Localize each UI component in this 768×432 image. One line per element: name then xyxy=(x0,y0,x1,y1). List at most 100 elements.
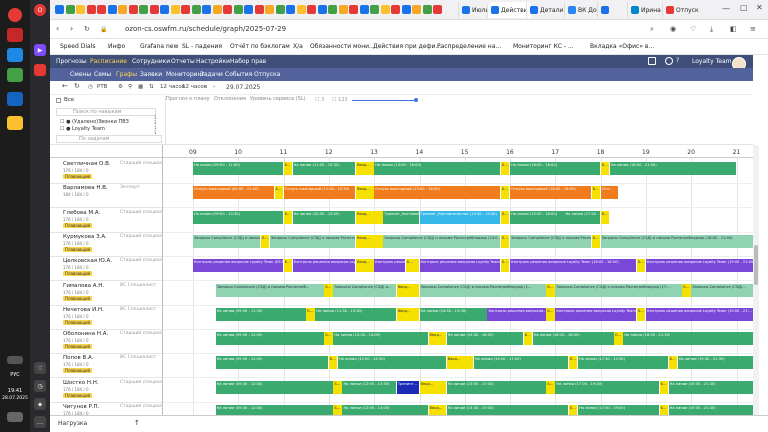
shift-segment[interactable]: На линии (15:00 - 16:00) xyxy=(510,210,564,224)
shift-segment[interactable]: На линии (14:30 - 17:00) xyxy=(446,405,569,415)
shift-segment[interactable]: Б... xyxy=(568,405,578,415)
browser-tab[interactable]: Действи xyxy=(487,2,531,18)
top-menu-item[interactable]: Отчеты xyxy=(171,58,195,65)
tab-favicon[interactable] xyxy=(97,5,106,14)
shift-segment[interactable]: Ввод... xyxy=(396,307,419,321)
language-indicator[interactable]: РУС xyxy=(0,372,30,378)
scrollbar-thumb[interactable] xyxy=(754,245,758,285)
app-icon[interactable] xyxy=(7,48,23,62)
sub-menu-item[interactable]: Заявки xyxy=(140,71,162,78)
shift-segment[interactable]: Б... xyxy=(546,283,555,297)
url-field[interactable]: ozon-cs.oswfm.ru/schedule/graph/2025-07-… xyxy=(125,25,286,33)
filter-icon[interactable]: ⚲ xyxy=(128,84,132,90)
more-icon[interactable]: … xyxy=(34,416,46,428)
top-menu-item[interactable]: Сотрудники xyxy=(132,58,170,65)
forecast-toggle[interactable]: Прогноз к плану xyxy=(166,96,210,102)
bookmark-item[interactable]: Вкладка «Офис» в... xyxy=(590,43,654,50)
shift-segment[interactable]: На линии (19:30 - 21:30) xyxy=(668,405,753,415)
shift-segment[interactable]: Ввод... xyxy=(356,259,374,273)
shift-segment[interactable]: Ввод... xyxy=(396,283,419,297)
team-name[interactable]: Loyalty Team xyxy=(692,58,731,65)
shift-segment[interactable]: На линии (14:00 - 15:30) xyxy=(419,307,487,321)
tab-favicon[interactable] xyxy=(170,5,180,14)
camera-icon[interactable]: ◉ xyxy=(670,25,676,33)
shift-segment[interactable]: Б... xyxy=(283,162,293,175)
folder-icon[interactable] xyxy=(7,116,23,130)
shift-segment[interactable]: На линии (10:30 - 12:00) xyxy=(292,210,356,224)
employee-name[interactable]: Оболонина Н.А. xyxy=(63,331,108,337)
shift-segment[interactable]: Б... xyxy=(333,405,342,415)
tab-favicon[interactable] xyxy=(149,5,159,14)
forward-icon[interactable]: › xyxy=(70,25,73,33)
shift-segment[interactable]: На линии (16:00 - 18:00) xyxy=(510,162,601,175)
shift-segment[interactable]: Б... xyxy=(523,332,533,346)
slider-handle[interactable] xyxy=(414,98,418,102)
shift-segment[interactable]: На линии (15:00 - 17:00) xyxy=(446,380,546,394)
shift-segment[interactable]: Контроль решения вопросов Loyalty Team (… xyxy=(646,307,753,321)
shift-segment[interactable]: Ввод... xyxy=(356,234,383,248)
bookmark-item[interactable]: Распределение на... xyxy=(437,43,501,50)
tab-favicon[interactable] xyxy=(212,5,222,14)
shift-segment[interactable]: Б... xyxy=(568,356,578,370)
maximize-icon[interactable]: ▢ xyxy=(740,3,748,12)
task-search-input[interactable]: По задачам xyxy=(56,135,162,143)
top-menu-item[interactable]: Набор прав xyxy=(230,58,266,65)
tab-favicon[interactable] xyxy=(349,5,358,14)
shift-segment[interactable]: Б... xyxy=(682,283,691,297)
shift-segment[interactable]: На линии (16:30 - 18:00) xyxy=(532,332,614,346)
scrollbar[interactable] xyxy=(753,145,759,415)
shift-segment[interactable]: Контроль решения вопросов Loyalty Team (… xyxy=(510,259,637,273)
tab-favicon[interactable] xyxy=(55,5,64,14)
shift-segment[interactable]: Б... xyxy=(328,356,338,370)
shift-segment[interactable]: Контроль решения вопросов Loyalty Team (… xyxy=(193,259,283,273)
tab-favicon[interactable] xyxy=(160,5,169,14)
shift-segment[interactable]: На линии (19:30 - 21:30) xyxy=(668,380,753,394)
top-menu-item[interactable]: Прогнозы xyxy=(56,58,87,65)
employee-name[interactable]: Шостко Н.Н. xyxy=(63,380,99,386)
sub-menu-item[interactable]: Графы xyxy=(116,71,137,78)
employee-row[interactable]: Гималова А.Н. ВС Специалист 176 / 184 / 0П… xyxy=(50,282,162,306)
tab-favicon[interactable] xyxy=(128,5,138,14)
app-icon[interactable] xyxy=(34,64,46,76)
close-icon[interactable]: ✕ xyxy=(756,3,763,12)
employee-name[interactable]: Светличная О.В. xyxy=(63,161,111,167)
shift-segment[interactable]: На линии (09:00 - 10:30) xyxy=(193,210,283,224)
shift-segment[interactable]: Запросы Compliance (СЗД) и письма Роспот… xyxy=(510,234,592,248)
shift-segment[interactable]: На линии (12:00 - 14:30) xyxy=(337,356,447,370)
minimize-icon[interactable]: — xyxy=(722,4,730,13)
shift-segment[interactable]: Б... xyxy=(591,186,601,200)
shift-segment[interactable]: Б... xyxy=(600,162,610,175)
employee-name[interactable]: Гималова А.Н. xyxy=(63,283,104,289)
shift-segment[interactable]: На линии (11:30 - 13:30) xyxy=(315,307,397,321)
settings-icon[interactable]: ⚙ xyxy=(118,84,123,90)
shift-segment[interactable]: Запросы Compliance (СЗД) и письма Роспот… xyxy=(215,283,324,297)
bookmark-item[interactable]: Мониторинг КС - ... xyxy=(513,43,574,50)
employee-row[interactable]: Целковская Ю.А. Старший специалист 176 / 1… xyxy=(50,257,162,282)
shift-segment[interactable]: Б... xyxy=(324,332,333,346)
shift-segment[interactable]: Запросы Compliance (СЗД) и письма Роспот… xyxy=(419,283,546,297)
tab-favicon[interactable] xyxy=(202,5,211,14)
bookmark-item[interactable]: SL - падения xyxy=(182,43,222,50)
shift-segment[interactable]: Контроль решения вопросов... xyxy=(487,307,546,321)
all-checkbox[interactable] xyxy=(56,98,61,103)
employee-row[interactable]: Попов В.А. ВС Специалист 176 / 184 / 0 Плав… xyxy=(50,354,162,379)
notification-icon[interactable] xyxy=(7,412,23,422)
tab-favicon[interactable] xyxy=(391,5,400,14)
employee-row[interactable]: Курмукова З.А. Старший специалист 176 / 18… xyxy=(50,233,162,257)
tab-favicon[interactable] xyxy=(254,5,264,14)
shift-segment[interactable]: Б... xyxy=(659,380,669,394)
shift-segment[interactable]: Ввод... xyxy=(356,210,383,224)
shift-segment[interactable]: Ввод... xyxy=(356,162,374,175)
shift-segment[interactable]: Б... xyxy=(546,380,555,394)
tab-favicon[interactable] xyxy=(76,5,85,14)
tab-favicon[interactable] xyxy=(265,5,274,14)
employee-row[interactable]: Варламова Н.В. Эксперт 184 / 184 / 0 xyxy=(50,184,162,209)
extension-icon[interactable]: ◧ xyxy=(730,25,737,33)
shift-segment[interactable]: На линии (19:30 - 21:30) xyxy=(677,356,753,370)
employee-row[interactable]: Чигунов Р.П.Старший специалист176 / 184 … xyxy=(50,403,162,415)
shift-segment[interactable]: На линии (11:00 - 12:30) xyxy=(292,162,356,175)
shift-segment[interactable]: На линии (17:00 - 19:00) xyxy=(555,380,659,394)
excel-icon[interactable] xyxy=(7,68,23,82)
shift-segment[interactable]: На линии (09:30 - 12:00) xyxy=(215,380,333,394)
opera-icon[interactable] xyxy=(8,8,22,22)
